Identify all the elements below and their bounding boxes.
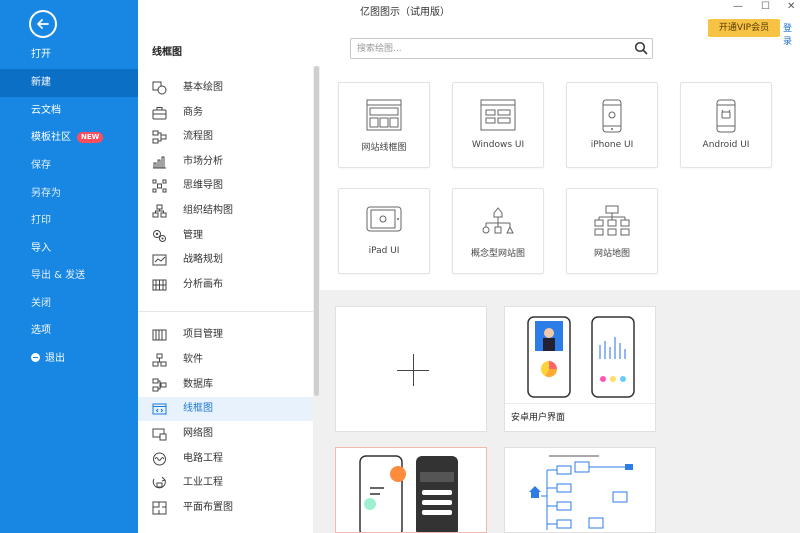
template-concept-site[interactable]: 概念型网站图 xyxy=(452,188,544,274)
app-window: 打开 新建 云文档 模板社区 NEW 保存 另存为 打印 导入 导出 & 发送 关… xyxy=(0,0,800,533)
sidebar-item-close[interactable]: 关闭 xyxy=(0,290,138,318)
category-database[interactable]: 数据库 xyxy=(138,373,313,397)
category-circuit[interactable]: 电路工程 xyxy=(138,447,313,471)
category-divider xyxy=(138,311,313,312)
briefcase-icon xyxy=(152,107,167,120)
maximize-button[interactable]: ☐ xyxy=(761,1,770,12)
category-wireframe[interactable]: 线框图 xyxy=(138,397,313,421)
template-sitemap[interactable]: 网站地图 xyxy=(566,188,658,274)
category-network[interactable]: 网络图 xyxy=(138,422,313,446)
gears-icon xyxy=(153,230,166,242)
search-icon[interactable] xyxy=(634,41,648,55)
sidebar-item-save[interactable]: 保存 xyxy=(0,152,138,180)
bar-chart-icon xyxy=(153,156,166,169)
sidebar-item-open[interactable]: 打开 xyxy=(0,41,138,69)
android-icon xyxy=(716,99,736,133)
search-box xyxy=(350,38,653,59)
sidebar-item-cloud-docs[interactable]: 云文档 xyxy=(0,97,138,125)
circuit-icon xyxy=(153,452,166,466)
category-analysis-canvas[interactable]: 分析画布 xyxy=(138,273,313,297)
app-title: 亿图图示（试用版） xyxy=(360,7,450,18)
iphone-icon xyxy=(602,99,622,133)
network-icon xyxy=(152,428,167,441)
canvas-icon xyxy=(152,279,167,291)
sidebar-item-export-send[interactable]: 导出 & 发送 xyxy=(0,262,138,290)
category-management[interactable]: 管理 xyxy=(138,224,313,248)
sidebar-item-save-as[interactable]: 另存为 xyxy=(0,180,138,208)
category-scrollbar[interactable] xyxy=(313,66,320,533)
basic-drawing-icon xyxy=(152,81,167,95)
ipad-icon xyxy=(366,206,402,232)
category-project-management[interactable]: 项目管理 xyxy=(138,323,313,347)
example-template-4[interactable] xyxy=(504,447,656,533)
back-button[interactable] xyxy=(29,10,57,38)
windows-ui-icon xyxy=(480,99,516,131)
website-wireframe-icon xyxy=(366,99,402,131)
category-business[interactable]: 商务 xyxy=(138,101,313,125)
org-chart-icon xyxy=(152,204,167,218)
template-ipad-ui[interactable]: iPad UI xyxy=(338,188,430,274)
database-icon xyxy=(152,378,167,392)
sidebar-item-template-community[interactable]: 模板社区 NEW xyxy=(0,124,138,152)
login-link[interactable]: 登录 xyxy=(783,21,800,47)
search-input[interactable] xyxy=(357,42,617,56)
floorplan-icon xyxy=(152,501,167,515)
minus-circle-icon xyxy=(31,353,40,362)
category-strategy[interactable]: 战略规划 xyxy=(138,248,313,272)
category-industrial[interactable]: 工业工程 xyxy=(138,471,313,495)
vip-button[interactable]: 开通VIP会员 xyxy=(708,19,780,37)
flow-diagram-thumbnail xyxy=(529,455,633,530)
sidebar-item-import[interactable]: 导入 xyxy=(0,235,138,263)
mindmap-icon xyxy=(152,179,167,193)
industrial-icon xyxy=(152,476,166,489)
sidebar: 打开 新建 云文档 模板社区 NEW 保存 另存为 打印 导入 导出 & 发送 关… xyxy=(0,0,138,533)
sidebar-item-new[interactable]: 新建 xyxy=(0,69,138,97)
category-mindmap[interactable]: 思维导图 xyxy=(138,174,313,198)
example-template-3[interactable] xyxy=(335,447,487,533)
example-android-ui[interactable]: 安卓用户界面 xyxy=(504,306,656,432)
android-ui-thumbnail xyxy=(527,316,635,398)
concept-site-icon xyxy=(482,207,514,234)
software-icon xyxy=(152,353,167,367)
gantt-icon xyxy=(152,329,167,341)
close-button[interactable]: ✕ xyxy=(787,1,795,12)
sitemap-icon xyxy=(594,205,630,236)
category-basic-drawing[interactable]: 基本绘图 xyxy=(138,76,313,100)
template-website-wireframe[interactable]: 网站线框图 xyxy=(338,82,430,168)
category-header: 线框图 xyxy=(152,47,182,58)
scrollbar-thumb[interactable] xyxy=(314,66,319,396)
category-floorplan[interactable]: 平面布置图 xyxy=(138,496,313,520)
wireframe-icon xyxy=(152,403,167,415)
category-flowchart[interactable]: 流程图 xyxy=(138,125,313,149)
category-software[interactable]: 软件 xyxy=(138,348,313,372)
category-market-analysis[interactable]: 市场分析 xyxy=(138,150,313,174)
flowchart-icon xyxy=(152,130,167,144)
new-badge: NEW xyxy=(77,131,104,143)
template-android-ui[interactable]: Android UI xyxy=(680,82,772,168)
template-windows-ui[interactable]: Windows UI xyxy=(452,82,544,168)
sidebar-item-print[interactable]: 打印 xyxy=(0,207,138,235)
new-blank-button[interactable] xyxy=(335,306,487,432)
mobile-ui-thumbnail xyxy=(359,455,458,533)
arrow-left-icon xyxy=(37,19,49,29)
category-org-chart[interactable]: 组织结构图 xyxy=(138,199,313,223)
strategy-icon xyxy=(152,254,167,266)
template-iphone-ui[interactable]: iPhone UI xyxy=(566,82,658,168)
sidebar-item-options[interactable]: 选项 xyxy=(0,317,138,345)
minimize-button[interactable]: — xyxy=(733,1,743,12)
sidebar-item-exit[interactable]: 退出 xyxy=(0,345,138,373)
example-caption: 安卓用户界面 xyxy=(505,403,655,431)
